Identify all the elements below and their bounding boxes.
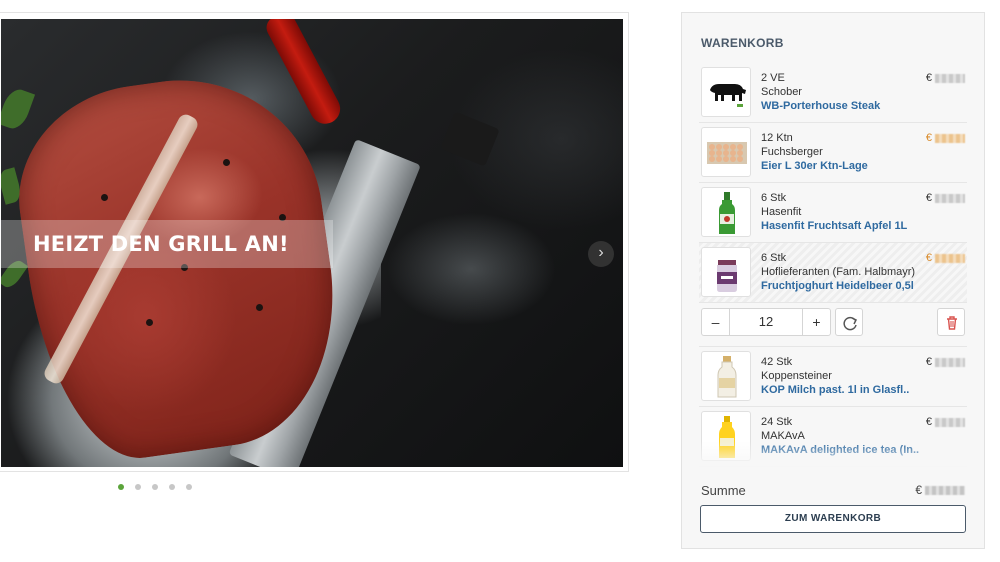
- item-price: €: [926, 252, 965, 264]
- sum-value: €: [915, 483, 965, 497]
- item-quantity: 24 Stk: [761, 416, 793, 428]
- quantity-input[interactable]: 12: [730, 309, 802, 335]
- price-currency: €: [925, 192, 932, 204]
- slider-dot-4[interactable]: [169, 484, 175, 490]
- cart-item[interactable]: 2 VE Schober WB-Porterhouse Steak €: [699, 63, 967, 123]
- delete-button[interactable]: [937, 308, 965, 336]
- cart-panel: WARENKORB 2 VE Schober WB-Porterhouse St…: [681, 12, 985, 549]
- item-quantity: 12 Ktn: [761, 132, 793, 144]
- refresh-icon: [843, 316, 858, 331]
- item-name-link[interactable]: KOP Milch past. 1l in Glasfl..: [761, 384, 967, 396]
- quantity-edit-row: – 12 +: [699, 303, 967, 347]
- item-supplier: Schober: [761, 86, 802, 98]
- slider-next-button[interactable]: ›: [588, 241, 614, 267]
- cart-item[interactable]: 42 Stk Koppensteiner KOP Milch past. 1l …: [699, 347, 967, 407]
- slider-dot-3[interactable]: [152, 484, 158, 490]
- cart-item-selected[interactable]: 6 Stk Hoflieferanten (Fam. Halbmayr) Fru…: [699, 243, 967, 303]
- juice-bottle-thumbnail: [701, 187, 751, 237]
- milk-bottle-thumbnail: [701, 351, 751, 401]
- refresh-button[interactable]: [835, 308, 863, 336]
- item-quantity: 2 VE: [761, 72, 785, 84]
- item-name-link[interactable]: WB-Porterhouse Steak: [761, 100, 967, 112]
- price-blurred: [935, 73, 965, 83]
- hero-slide-image[interactable]: HEIZT DEN GRILL AN!: [1, 19, 623, 467]
- price-currency: €: [925, 72, 932, 84]
- knife-handle: [440, 111, 500, 167]
- cow-icon: [701, 67, 751, 117]
- item-quantity: 6 Stk: [761, 252, 787, 264]
- trash-icon: [947, 316, 957, 330]
- cart-title: WARENKORB: [701, 36, 784, 50]
- price-blurred: [935, 133, 965, 143]
- price-blurred: [935, 357, 965, 367]
- slider-dot-5[interactable]: [186, 484, 192, 490]
- item-price: €: [926, 72, 965, 84]
- increment-button[interactable]: +: [802, 309, 830, 335]
- item-name-link[interactable]: MAKAvA delighted ice tea (In..: [761, 444, 967, 456]
- price-blurred: [935, 253, 965, 263]
- yogurt-jar-thumbnail: [701, 247, 751, 297]
- cart-item[interactable]: 12 Ktn Fuchsberger Eier L 30er Ktn-Lage …: [699, 123, 967, 183]
- item-price: €: [926, 132, 965, 144]
- item-supplier: MAKAvA: [761, 430, 805, 442]
- sum-currency: €: [915, 483, 922, 497]
- item-supplier: Hoflieferanten (Fam. Halbmayr): [761, 266, 916, 278]
- item-price: €: [926, 192, 965, 204]
- sum-blurred: [925, 486, 965, 496]
- price-blurred: [935, 417, 965, 427]
- item-supplier: Fuchsberger: [761, 146, 823, 158]
- item-name-link[interactable]: Eier L 30er Ktn-Lage: [761, 160, 967, 172]
- item-name-link[interactable]: Hasenfit Fruchtsaft Apfel 1L: [761, 220, 967, 232]
- cart-item[interactable]: 24 Stk MAKAvA MAKAvA delighted ice tea (…: [699, 407, 967, 467]
- quantity-stepper[interactable]: – 12 +: [701, 308, 831, 336]
- slide-headline: HEIZT DEN GRILL AN!: [33, 232, 289, 256]
- price-currency: €: [925, 356, 932, 368]
- ice-tea-bottle-thumbnail: [701, 411, 751, 461]
- slider-dot-2[interactable]: [135, 484, 141, 490]
- chevron-right-icon: ›: [598, 244, 604, 261]
- item-quantity: 42 Stk: [761, 356, 793, 368]
- peppercorn: [101, 194, 108, 201]
- sum-label: Summe: [701, 483, 746, 498]
- slider-dot-1[interactable]: [118, 484, 124, 490]
- cart-item[interactable]: 6 Stk Hasenfit Hasenfit Fruchtsaft Apfel…: [699, 183, 967, 243]
- peppercorn: [146, 319, 153, 326]
- peppercorn: [223, 159, 230, 166]
- item-name-link[interactable]: Fruchtjoghurt Heidelbeer 0,5l: [761, 280, 967, 292]
- cart-item-list[interactable]: 2 VE Schober WB-Porterhouse Steak € 12 K…: [699, 63, 967, 469]
- eggs-thumbnail: [701, 127, 751, 177]
- item-supplier: Hasenfit: [761, 206, 802, 218]
- peppercorn: [256, 304, 263, 311]
- item-price: €: [926, 356, 965, 368]
- hero-slider: HEIZT DEN GRILL AN! ›: [0, 12, 629, 472]
- item-supplier: Koppensteiner: [761, 370, 832, 382]
- item-price: €: [926, 416, 965, 428]
- price-currency: €: [925, 132, 932, 144]
- go-to-cart-button[interactable]: ZUM WARENKORB: [700, 505, 966, 533]
- item-quantity: 6 Stk: [761, 192, 787, 204]
- price-currency: €: [925, 252, 932, 264]
- slider-pagination: [118, 484, 192, 490]
- price-blurred: [935, 193, 965, 203]
- price-currency: €: [925, 416, 932, 428]
- decrement-button[interactable]: –: [702, 309, 730, 335]
